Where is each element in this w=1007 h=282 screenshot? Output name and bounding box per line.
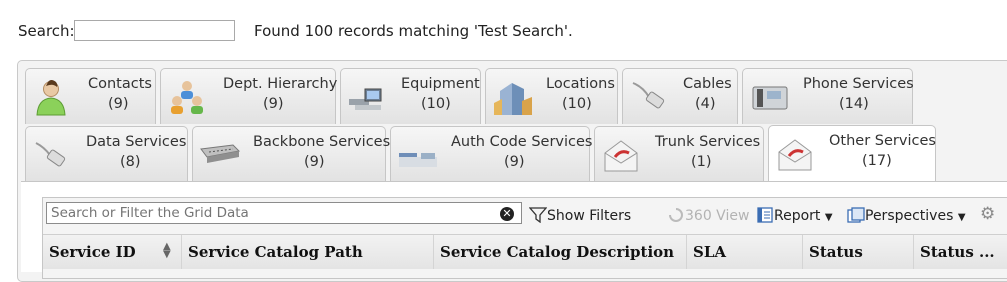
tab-count: (9): [108, 96, 129, 112]
gear-icon[interactable]: ⚙: [980, 204, 995, 224]
tab-count: (10): [421, 96, 451, 112]
column-header-status[interactable]: Status: [803, 235, 914, 269]
tab-label: Phone Services: [803, 76, 914, 92]
caret-down-icon: ▼: [957, 212, 966, 223]
filter-funnel-icon: [528, 207, 548, 224]
column-header-label: Service Catalog Description: [440, 243, 675, 261]
hardware-icon: [399, 153, 437, 167]
patch-panel-icon: [200, 144, 241, 163]
search-input[interactable]: [74, 20, 235, 41]
perspectives-label: Perspectives: [865, 208, 954, 224]
view-360-button[interactable]: 360 View: [667, 207, 749, 224]
equipment-icon: [349, 88, 382, 110]
sort-icon[interactable]: ▲ ▼: [163, 242, 171, 260]
tab-label: Trunk Services: [655, 134, 761, 150]
tab-count: (4): [695, 96, 716, 112]
phone-icon: [752, 86, 788, 110]
tab-count: (17): [862, 153, 892, 169]
tab-count: (10): [562, 96, 592, 112]
tab-label: Dept. Hierarchy: [223, 76, 338, 92]
tab-trunk-services[interactable]: Trunk Services (1): [594, 126, 764, 182]
column-header-service-id[interactable]: Service ID ▲ ▼: [43, 235, 182, 269]
tab-label: Data Services: [86, 134, 187, 150]
clear-icon[interactable]: ✕: [500, 207, 514, 221]
column-header-service-catalog-path[interactable]: Service Catalog Path: [182, 235, 434, 269]
top-search-bar: Search: Found 100 records matching 'Test…: [0, 0, 1007, 58]
tab-other-services[interactable]: Other Services (17): [768, 125, 936, 183]
column-header-label: Service ID: [49, 243, 136, 261]
column-header-status-extra[interactable]: Status ...: [914, 235, 1007, 269]
network-cable-icon: [35, 142, 66, 167]
tab-count: (9): [304, 154, 325, 170]
tab-backbone-services[interactable]: Backbone Services (9): [192, 126, 390, 182]
tab-label: Backbone Services: [253, 134, 391, 150]
contact-person-icon: [36, 80, 66, 116]
tab-auth-code-services[interactable]: Auth Code Services (9): [390, 126, 593, 182]
tab-equipment[interactable]: Equipment (10): [340, 68, 481, 124]
tab-data-services[interactable]: Data Services (8): [25, 126, 188, 182]
building-icon: [494, 83, 532, 115]
perspectives-icon: [847, 207, 865, 223]
show-filters-button[interactable]: Show Filters: [528, 207, 632, 224]
column-header-label: Status: [809, 243, 863, 261]
tab-cables[interactable]: Cables (4): [622, 68, 738, 124]
caret-down-icon: ▼: [824, 212, 833, 223]
tab-count: (1): [691, 154, 712, 170]
report-label: Report: [774, 208, 821, 224]
tab-label: Cables: [683, 76, 732, 92]
tab-count: (9): [504, 154, 525, 170]
rotate-360-icon: [669, 208, 683, 222]
dept-hierarchy-icon: [171, 81, 203, 114]
grid-filter-input[interactable]: [46, 202, 522, 224]
column-header-label: Status ...: [920, 243, 995, 261]
column-header-label: SLA: [693, 243, 727, 261]
tab-count: (9): [263, 96, 284, 112]
envelope-icon: [778, 139, 812, 171]
tab-label: Equipment: [401, 76, 480, 92]
perspectives-button[interactable]: Perspectives ▼: [847, 207, 966, 224]
tab-contacts[interactable]: Contacts (9): [25, 68, 156, 124]
view-360-label: 360 View: [685, 208, 750, 224]
report-button[interactable]: Report ▼: [757, 207, 833, 224]
column-header-sla[interactable]: SLA: [687, 235, 803, 269]
grid-header-row: Service ID ▲ ▼ Service Catalog Path Servi…: [43, 234, 1007, 269]
tab-dept-hierarchy[interactable]: Dept. Hierarchy (9): [160, 68, 338, 124]
tab-count: (8): [120, 154, 141, 170]
tab-label: Auth Code Services: [451, 134, 593, 150]
tab-label: Other Services: [829, 133, 936, 149]
tab-locations[interactable]: Locations (10): [485, 68, 618, 124]
show-filters-label: Show Filters: [547, 208, 632, 224]
envelope-icon: [604, 140, 638, 172]
search-label: Search:: [18, 22, 75, 40]
column-header-service-catalog-description[interactable]: Service Catalog Description: [434, 235, 687, 269]
search-result-text: Found 100 records matching 'Test Search'…: [254, 22, 573, 40]
tab-phone-services[interactable]: Phone Services (14): [742, 68, 914, 124]
tab-count: (14): [839, 96, 869, 112]
column-header-label: Service Catalog Path: [188, 243, 363, 261]
tab-label: Locations: [546, 76, 615, 92]
cable-icon: [632, 82, 665, 109]
tab-label: Contacts: [88, 76, 152, 92]
report-icon: [757, 207, 773, 223]
